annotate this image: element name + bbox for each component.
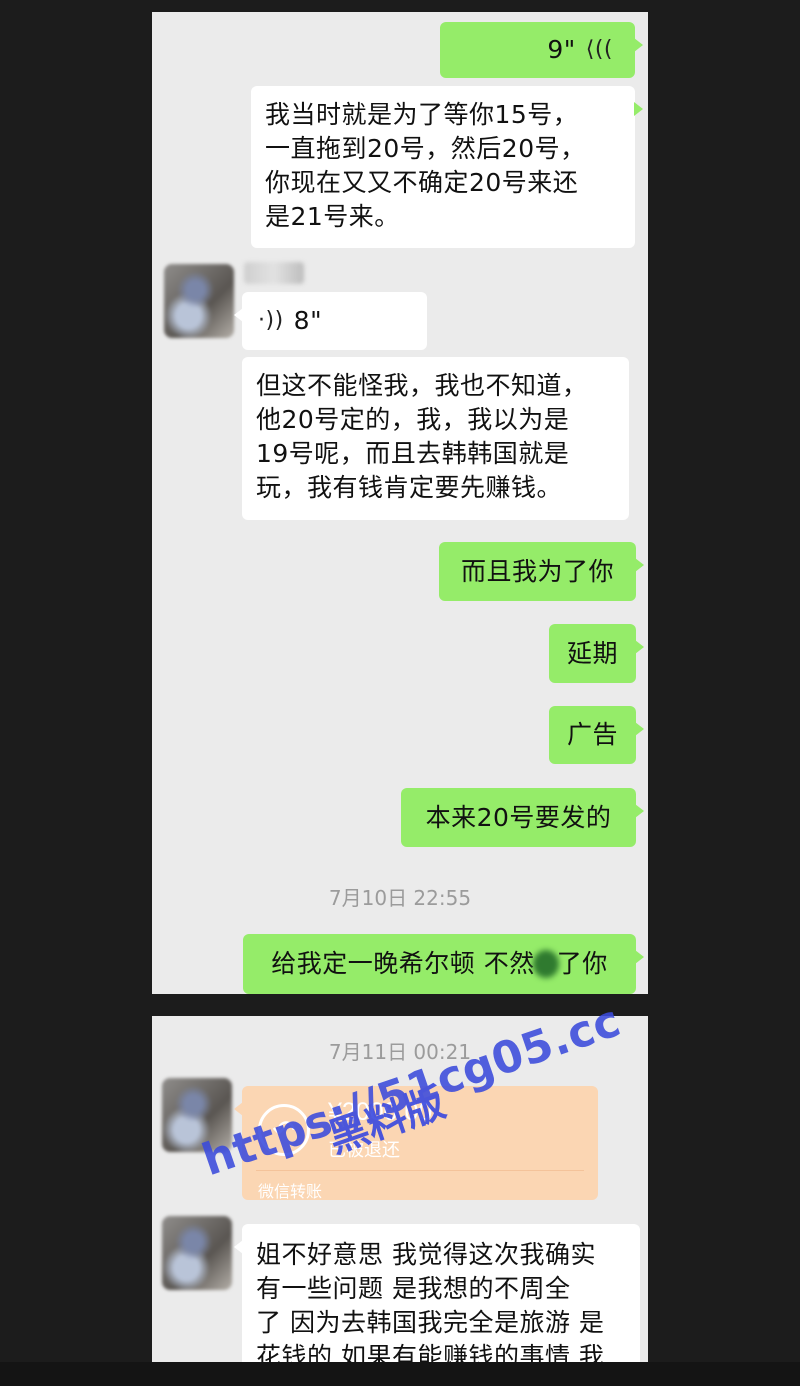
censor-blur — [532, 950, 559, 978]
voice-wave-icon: ⟨(( — [585, 37, 613, 62]
voice-message-outgoing[interactable]: 9" ⟨(( — [440, 22, 643, 78]
message-line: 了 因为去韩国我完全是旅游 是 — [256, 1308, 605, 1337]
bottom-bar — [0, 1362, 800, 1386]
message-line: 你现在又又不确定20号来还 — [265, 168, 579, 197]
message-bubble-outgoing[interactable]: 而且我为了你 — [439, 542, 644, 601]
chat-timestamp: 7月11日 00:21 — [328, 1040, 472, 1064]
transfer-label: 微信转账 — [258, 1182, 323, 1201]
message-line: 姐不好意思 我觉得这次我确实 — [256, 1240, 596, 1269]
message-line: 有一些问题 是我想的不周全 — [256, 1274, 571, 1303]
transfer-status: 已被退还 — [328, 1140, 400, 1161]
chat-timestamp: 7月10日 22:55 — [328, 886, 472, 910]
transfer-card[interactable]: ↶ ¥2000.00 已被退还 微信转账 — [234, 1086, 598, 1201]
voice-message-incoming[interactable]: ·)) 8" — [234, 292, 427, 350]
message-line: 是21号来。 — [265, 202, 400, 231]
return-arrow-icon: ↶ — [258, 1104, 310, 1156]
voice-duration: 9" — [547, 35, 576, 64]
message-bubble-outgoing[interactable]: 我当时就是为了等你15号， 一直拖到20号，然后20号， 你现在又又不确定20号… — [251, 86, 643, 248]
message-text: 本来20号要发的 — [425, 802, 612, 832]
contact-name-blurred — [244, 262, 304, 284]
message-line: 花钱的 如果有能赚钱的事情 我 — [256, 1342, 605, 1362]
message-bubble-incoming[interactable]: 但这不能怪我，我也不知道， 他20号定的，我，我以为是 19号呢，而且去韩韩国就… — [242, 357, 629, 520]
avatar[interactable] — [162, 1078, 232, 1152]
message-line: 一直拖到20号，然后20号， — [265, 134, 586, 163]
message-bubble-outgoing[interactable]: 延期 — [549, 624, 644, 683]
message-text: 而且我为了你 — [460, 556, 614, 586]
chat-screenshot-1: 9" ⟨(( 我当时就是为了等你15号， 一直拖到20号，然后20号， 你现在又… — [152, 12, 648, 994]
message-text: 了你 — [556, 949, 608, 978]
voice-wave-icon: ·)) — [258, 308, 284, 333]
message-bubble-incoming[interactable]: 姐不好意思 我觉得这次我确实 有一些问题 是我想的不周全 了 因为去韩国我完全是… — [234, 1224, 640, 1362]
message-line: 19号呢，而且去韩韩国就是 — [256, 439, 570, 468]
message-line: 但这不能怪我，我也不知道， — [256, 371, 588, 400]
divider — [256, 1170, 584, 1171]
message-bubble-outgoing[interactable]: 广告 — [549, 706, 644, 764]
transfer-amount: ¥2000.00 — [328, 1098, 433, 1126]
message-bubble-outgoing[interactable]: 本来20号要发的 — [401, 788, 644, 847]
chat-screenshot-2: 7月11日 00:21 ↶ ¥2000.00 已被退还 微信转账 姐不好意思 我… — [152, 1016, 648, 1362]
message-line: 玩，我有钱肯定要先赚钱。 — [256, 473, 563, 502]
avatar[interactable] — [162, 1216, 232, 1290]
voice-duration: 8" — [293, 306, 323, 335]
message-line: 他20号定的，我，我以为是 — [256, 405, 570, 434]
message-text: 广告 — [566, 720, 618, 749]
avatar[interactable] — [164, 264, 234, 338]
message-text: 给我定一晚希尔顿 不然 — [271, 949, 535, 978]
message-bubble-outgoing[interactable]: 给我定一晚希尔顿 不然 了你 — [243, 934, 644, 994]
message-line: 我当时就是为了等你15号， — [265, 100, 579, 129]
message-text: 延期 — [566, 638, 618, 668]
